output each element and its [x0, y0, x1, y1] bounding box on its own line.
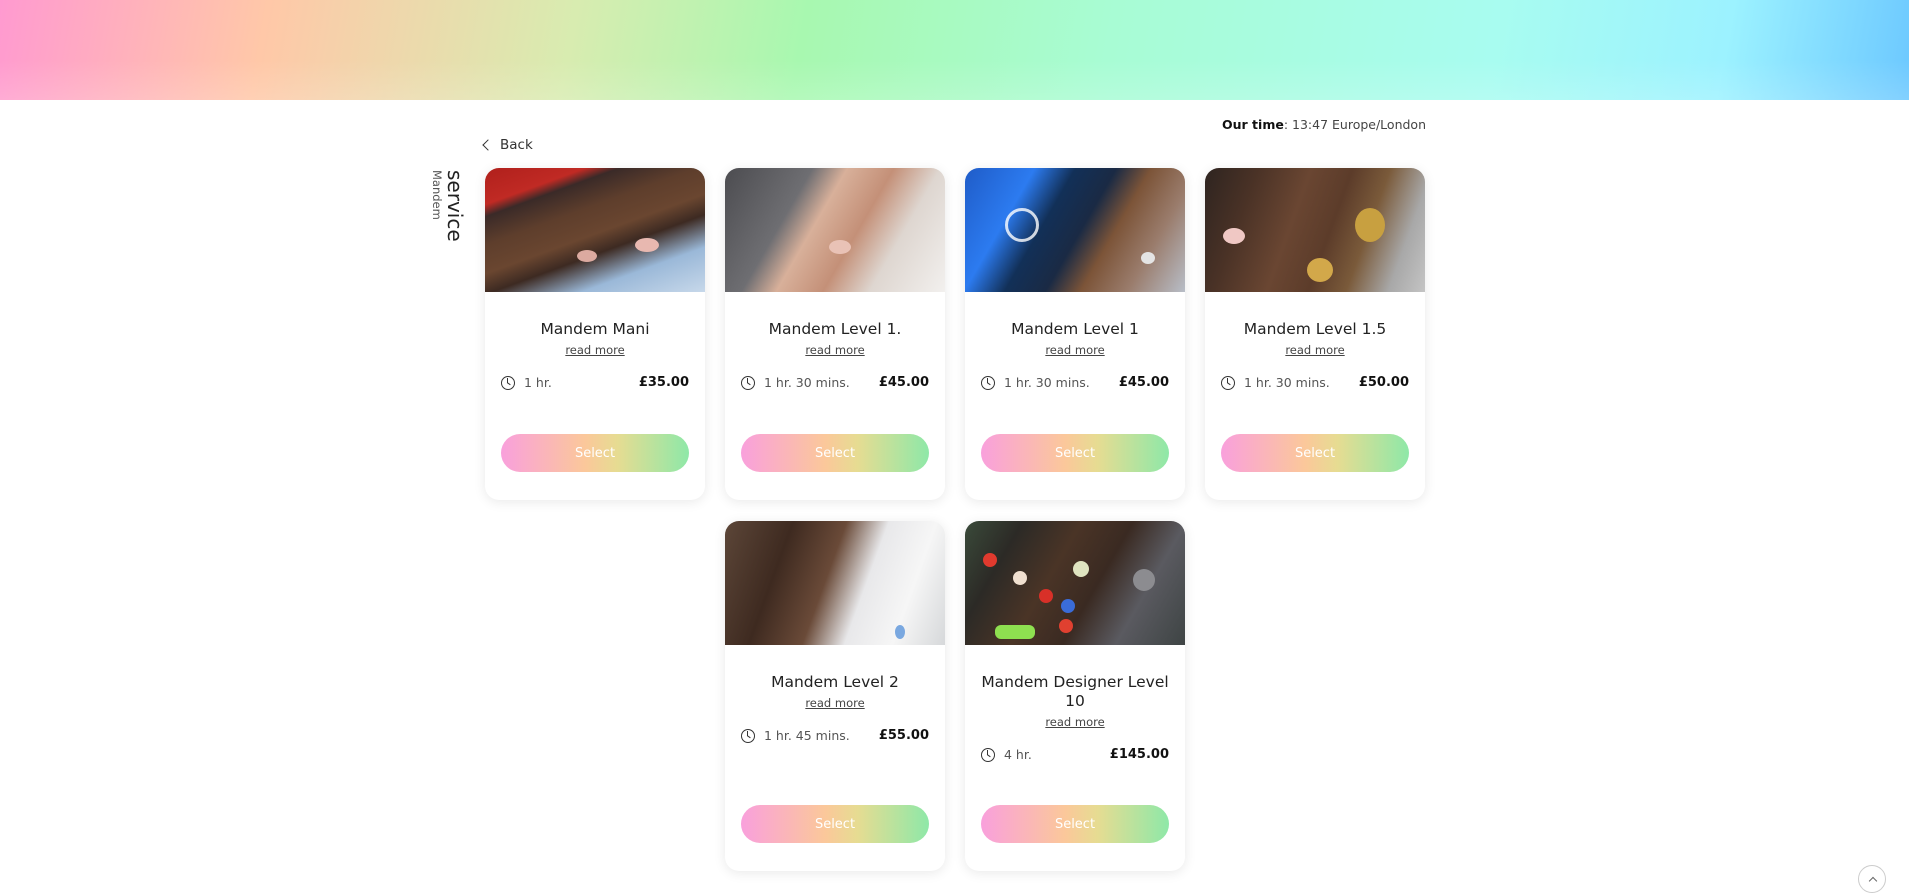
- service-card: Mandem Level 1. read more 1 hr. 30 mins.…: [725, 168, 945, 500]
- read-more-link[interactable]: read more: [725, 343, 945, 357]
- service-meta: 4 hr. £145.00: [981, 747, 1169, 762]
- header-gradient-banner: [0, 0, 1909, 100]
- service-meta: 1 hr. 30 mins. £45.00: [741, 375, 929, 390]
- service-name: Mandem Designer Level 10: [981, 673, 1169, 710]
- service-meta: 1 hr. £35.00: [501, 375, 689, 390]
- service-name: Mandem Mani: [540, 320, 650, 338]
- service-price: £45.00: [878, 375, 929, 390]
- our-time-label: Our time: [1222, 117, 1284, 132]
- select-button[interactable]: Select: [981, 434, 1169, 472]
- service-price: £55.00: [878, 728, 929, 743]
- our-time: Our time: 13:47 Europe/London: [1222, 117, 1426, 132]
- service-meta: 1 hr. 45 mins. £55.00: [741, 728, 929, 743]
- service-duration: 4 hr.: [1004, 747, 1032, 762]
- read-more-link[interactable]: read more: [965, 343, 1185, 357]
- clock-icon: [501, 375, 515, 390]
- read-more-link[interactable]: read more: [965, 715, 1185, 729]
- service-photo: [965, 521, 1185, 645]
- clock-icon: [741, 728, 755, 743]
- service-name: Mandem Level 1.5: [1243, 320, 1387, 338]
- service-price: £45.00: [1118, 375, 1169, 390]
- service-duration: 1 hr. 45 mins.: [764, 728, 850, 743]
- service-photo: [1205, 168, 1425, 292]
- service-name: Mandem Level 1: [1011, 320, 1139, 338]
- service-duration: 1 hr. 30 mins.: [1004, 375, 1090, 390]
- select-button[interactable]: Select: [1221, 434, 1409, 472]
- select-button[interactable]: Select: [741, 805, 929, 843]
- service-photo: [725, 168, 945, 292]
- back-label: Back: [500, 137, 533, 153]
- service-card: Mandem Mani read more 1 hr. £35.00 Selec…: [485, 168, 705, 500]
- service-card: Mandem Designer Level 10 read more 4 hr.…: [965, 521, 1185, 871]
- chevron-left-icon: [482, 139, 494, 151]
- service-card: Mandem Level 1.5 read more 1 hr. 30 mins…: [1205, 168, 1425, 500]
- clock-icon: [981, 747, 995, 762]
- read-more-link[interactable]: read more: [725, 696, 945, 710]
- read-more-link[interactable]: read more: [485, 343, 705, 357]
- service-price: £35.00: [638, 375, 689, 390]
- clock-icon: [981, 375, 995, 390]
- service-duration: 1 hr. 30 mins.: [764, 375, 850, 390]
- service-photo: [725, 521, 945, 645]
- service-card: Mandem Level 2 read more 1 hr. 45 mins. …: [725, 521, 945, 871]
- service-duration: 1 hr.: [524, 375, 552, 390]
- read-more-link[interactable]: read more: [1205, 343, 1425, 357]
- service-card: Mandem Level 1 read more 1 hr. 30 mins. …: [965, 168, 1185, 500]
- back-button[interactable]: Back: [481, 137, 533, 153]
- clock-icon: [1221, 375, 1235, 390]
- section-title-sub: Mandem: [430, 170, 444, 220]
- select-button[interactable]: Select: [981, 805, 1169, 843]
- section-title-main: service: [443, 170, 467, 242]
- clock-icon: [741, 375, 755, 390]
- service-photo: [965, 168, 1185, 292]
- service-duration: 1 hr. 30 mins.: [1244, 375, 1330, 390]
- service-meta: 1 hr. 30 mins. £45.00: [981, 375, 1169, 390]
- select-button[interactable]: Select: [501, 434, 689, 472]
- service-name: Mandem Level 1.: [768, 320, 902, 338]
- scroll-to-top-button[interactable]: [1858, 865, 1886, 893]
- select-button[interactable]: Select: [741, 434, 929, 472]
- service-name: Mandem Level 2: [771, 673, 899, 691]
- service-photo: [485, 168, 705, 292]
- section-title: service Mandem: [430, 170, 467, 242]
- our-time-value: : 13:47 Europe/London: [1283, 117, 1426, 132]
- service-price: £50.00: [1358, 375, 1409, 390]
- service-price: £145.00: [1109, 747, 1169, 762]
- service-meta: 1 hr. 30 mins. £50.00: [1221, 375, 1409, 390]
